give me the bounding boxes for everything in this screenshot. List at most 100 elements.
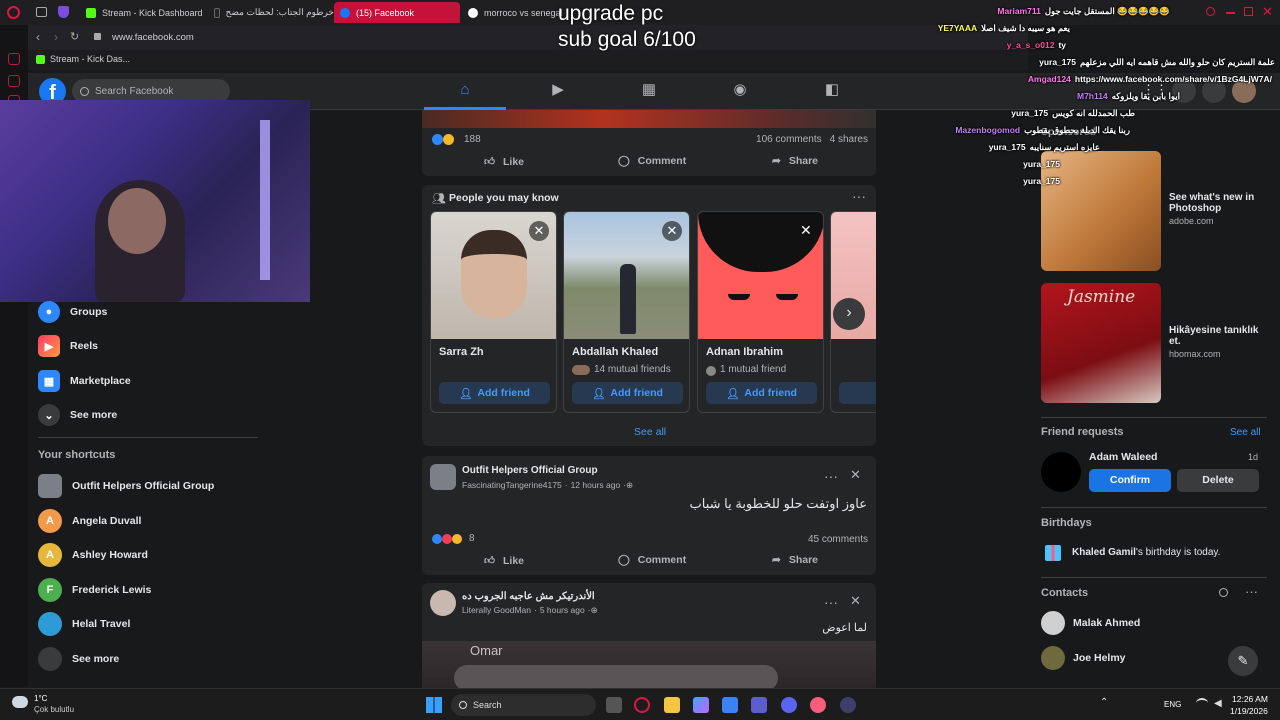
- gaming-icon[interactable]: ◧: [823, 81, 841, 99]
- friend-requests-see-all[interactable]: See all: [1230, 427, 1261, 438]
- post-time[interactable]: 5 hours ago: [540, 605, 585, 616]
- music-icon[interactable]: [810, 697, 826, 713]
- search-icon[interactable]: [1219, 588, 1228, 597]
- file-explorer-icon[interactable]: [664, 697, 680, 713]
- post-title[interactable]: الأندرتيكر مش عاجبه الجروب ده: [462, 591, 595, 602]
- ad-image[interactable]: [1041, 151, 1161, 271]
- post-image[interactable]: Omar: [422, 641, 876, 688]
- delete-button[interactable]: Delete: [1177, 469, 1259, 492]
- person-card[interactable]: ✕ Sarra Zh 👤︎ Add friend: [430, 211, 557, 413]
- back-icon[interactable]: ‹: [36, 30, 40, 44]
- confirm-button[interactable]: Confirm: [1089, 469, 1171, 492]
- avatar[interactable]: [1041, 452, 1081, 492]
- marketplace-icon[interactable]: ▦: [640, 81, 658, 99]
- contact-item[interactable]: Malak Ahmed: [1041, 611, 1140, 635]
- group-name[interactable]: Outfit Helpers Official Group: [462, 465, 598, 476]
- start-icon[interactable]: [426, 697, 442, 713]
- shortcut-item[interactable]: A Angela Duvall: [38, 507, 141, 535]
- sidebar-item-marketplace[interactable]: ▦ Marketplace: [38, 367, 131, 395]
- opera-logo-icon[interactable]: [7, 6, 20, 19]
- birthday-text[interactable]: Khaled Gamil's birthday is today.: [1072, 547, 1220, 558]
- like-button[interactable]: 👍︎ Like: [484, 554, 524, 568]
- task-view-icon[interactable]: [606, 697, 622, 713]
- sidebar-item-groups[interactable]: ● Groups: [38, 298, 107, 326]
- shortcut-item[interactable]: F Frederick Lewis: [38, 576, 151, 604]
- obs-icon[interactable]: [840, 697, 856, 713]
- tab-google[interactable]: morroco vs senegal: [462, 2, 572, 23]
- share-button[interactable]: ➦ Share: [772, 155, 818, 167]
- ad-image[interactable]: Jasmine: [1041, 283, 1161, 403]
- post-author[interactable]: Literally GoodMan: [462, 605, 531, 616]
- new-message-icon[interactable]: ✎: [1228, 646, 1258, 676]
- person-card[interactable]: ✕ Adnan Ibrahim 1 mutual friend 👤︎ Add fr…: [697, 211, 824, 413]
- maximize-icon[interactable]: [1244, 7, 1253, 16]
- group-avatar[interactable]: [430, 464, 456, 490]
- url-text[interactable]: www.facebook.com: [112, 32, 194, 43]
- sidebar-see-more[interactable]: ⌄ See more: [38, 401, 117, 429]
- dismiss-icon[interactable]: ✕: [529, 221, 549, 241]
- tab-facebook[interactable]: (15) Facebook: [334, 2, 460, 23]
- close-post-icon[interactable]: ✕: [850, 593, 861, 609]
- sidebar-item-reels[interactable]: ▶ Reels: [38, 332, 98, 360]
- shortcuts-see-more[interactable]: See more: [38, 645, 119, 673]
- discord-icon[interactable]: [781, 697, 797, 713]
- reload-icon[interactable]: ↻: [70, 30, 79, 43]
- clock-date[interactable]: 1/19/2026: [1230, 706, 1268, 716]
- forward-icon[interactable]: ›: [54, 30, 58, 44]
- search-tabs-icon[interactable]: [1206, 7, 1215, 16]
- taskbar-search[interactable]: Search: [451, 694, 596, 716]
- more-options-icon[interactable]: ···: [824, 468, 838, 484]
- lang-indicator[interactable]: ENG: [1164, 700, 1181, 709]
- more-options-icon[interactable]: ···: [852, 188, 866, 204]
- workspaces-icon[interactable]: [36, 7, 47, 17]
- tab-kick[interactable]: Stream - Kick Dashboard: [80, 2, 208, 23]
- close-post-icon[interactable]: ✕: [850, 467, 861, 483]
- store-icon[interactable]: [722, 697, 738, 713]
- shield-icon[interactable]: [58, 6, 69, 18]
- person-card[interactable]: ✕ Abdallah Khaled 14 mutual friends 👤︎ Ad…: [563, 211, 690, 413]
- shortcut-item[interactable]: A Ashley Howard: [38, 541, 148, 569]
- dismiss-icon[interactable]: ✕: [662, 221, 682, 241]
- like-button[interactable]: 👍︎ Like: [484, 155, 524, 169]
- more-options-icon[interactable]: ···: [1245, 584, 1258, 599]
- tray-chevron-icon[interactable]: ⌃: [1100, 697, 1108, 708]
- clock-time[interactable]: 12:26 AM: [1232, 694, 1268, 704]
- shortcut-item[interactable]: Helal Travel: [38, 610, 130, 638]
- share-button[interactable]: ➦ Share: [772, 554, 818, 566]
- post-time[interactable]: 12 hours ago: [571, 480, 621, 491]
- video-icon[interactable]: ▶: [549, 81, 567, 99]
- close-icon[interactable]: ✕: [1262, 4, 1273, 20]
- volume-icon[interactable]: ◀: [1214, 698, 1222, 709]
- tab-tiktok[interactable]: خرطوم الجتاب: لحظات مضح: [208, 2, 334, 23]
- comment-button[interactable]: ◯ Comment: [618, 554, 686, 566]
- requester-name[interactable]: Adam Waleed: [1089, 451, 1157, 463]
- more-options-icon[interactable]: ···: [824, 594, 838, 610]
- teams-icon[interactable]: [751, 697, 767, 713]
- page-avatar[interactable]: [430, 590, 456, 616]
- minimize-icon[interactable]: [1226, 12, 1235, 14]
- post-author[interactable]: FascinatingTangerine4175: [462, 480, 562, 491]
- groups-icon[interactable]: ◉: [731, 81, 749, 99]
- add-friend-button[interactable]: 👤︎ Add friend: [706, 382, 817, 404]
- next-arrow-icon[interactable]: ›: [833, 298, 865, 330]
- home-icon[interactable]: ⌂: [456, 81, 474, 99]
- wifi-icon[interactable]: [1196, 698, 1208, 708]
- messenger-sidebar-icon[interactable]: [8, 53, 20, 65]
- see-all-link[interactable]: See all: [634, 426, 666, 438]
- add-friend-button[interactable]: [839, 382, 876, 404]
- add-friend-button[interactable]: 👤︎ Add friend: [439, 382, 550, 404]
- comment-button[interactable]: ◯ Comment: [618, 155, 686, 167]
- reactions[interactable]: 8: [432, 533, 475, 544]
- weather-icon[interactable]: [12, 696, 28, 708]
- copilot-icon[interactable]: [693, 697, 709, 713]
- shortcut-item[interactable]: Outfit Helpers Official Group: [38, 472, 214, 500]
- post-stats[interactable]: 106 comments 4 shares: [756, 134, 868, 145]
- bookmark-item[interactable]: Stream - Kick Das...: [36, 54, 130, 64]
- reactions[interactable]: 188: [432, 134, 481, 145]
- whatsapp-sidebar-icon[interactable]: [8, 75, 20, 87]
- ad-link[interactable]: See what's new in Photoshop adobe.com: [1169, 192, 1269, 226]
- ad-link[interactable]: Hikâyesine tanıklık et. hbomax.com: [1169, 325, 1269, 359]
- dismiss-icon[interactable]: ✕: [800, 222, 812, 239]
- contact-item[interactable]: Joe Helmy: [1041, 646, 1126, 670]
- opera-icon[interactable]: [634, 697, 650, 713]
